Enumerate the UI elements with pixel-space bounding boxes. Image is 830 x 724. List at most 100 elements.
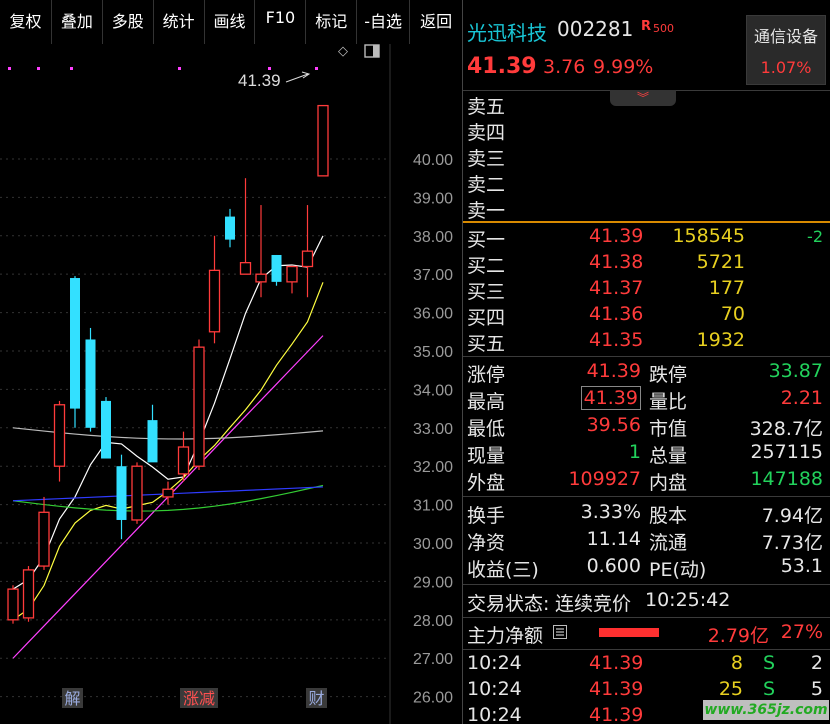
price-tick-label: 31.00 <box>413 498 453 515</box>
price-axis: 40.00 39.00 38.00 37.00 36.00 35.00 34.00 33.00… <box>413 152 453 707</box>
net-asset-label: 净资 <box>467 532 506 554</box>
candle-body <box>116 466 127 520</box>
ask-row: 卖二 <box>463 170 830 196</box>
limit-up-value: 41.39 <box>586 360 641 382</box>
bid-label: 买三 <box>467 281 506 303</box>
watermark: www.365jz.com <box>703 700 829 720</box>
panel-toggle-icon[interactable] <box>364 44 380 62</box>
kline-chart[interactable]: 40.00 39.00 38.00 37.00 36.00 35.00 34.00 33.00… <box>0 44 462 724</box>
price-tick-label: 29.00 <box>413 574 453 591</box>
signal-dot <box>268 67 271 70</box>
price-tick-label: 35.00 <box>413 344 453 361</box>
stats-row: 最高 41.39 量比 2.21 <box>463 386 830 413</box>
stats-row: 涨停 41.39 跌停 33.87 <box>463 360 830 386</box>
margin-badge: R <box>641 19 652 34</box>
price-tick-label: 27.00 <box>413 651 453 668</box>
price-change: 3.76 <box>543 56 586 78</box>
tick-price: 41.39 <box>589 652 644 674</box>
total-volume-label: 总量 <box>649 445 688 467</box>
candle-body <box>255 273 267 283</box>
event-markers: 解 涨减 财 <box>62 688 327 708</box>
limit-down-label: 跌停 <box>649 364 688 386</box>
candle-body <box>53 404 66 467</box>
price-tick-label: 32.00 <box>413 459 453 476</box>
low-value: 39.56 <box>586 414 641 436</box>
index-badge: 500 <box>653 22 674 35</box>
bid-row: 买三 41.37 177 <box>463 277 830 303</box>
eps-value: 0.600 <box>586 555 641 577</box>
candle-body <box>239 262 252 275</box>
stats-row: 现量 1 总量 257115 <box>463 441 830 467</box>
ask-label: 卖三 <box>467 148 506 170</box>
pe-label: PE(动) <box>649 559 707 581</box>
ask-row: 卖三 <box>463 144 830 170</box>
statistics-button[interactable]: 统计 <box>154 0 205 44</box>
list-icon[interactable] <box>553 625 567 639</box>
candle-body <box>193 346 205 467</box>
diamond-icon[interactable]: ◇ <box>338 44 348 59</box>
last-price-annotation: 41.39 <box>238 71 281 90</box>
market-cap-label: 市值 <box>649 418 688 440</box>
tick-side: S <box>763 652 776 674</box>
price-tick-label: 38.00 <box>413 229 453 246</box>
bid-row: 买五 41.35 1932 <box>463 329 830 355</box>
remove-watchlist-button[interactable]: -自选 <box>357 0 411 44</box>
main-flow-pct: 27% <box>780 621 823 643</box>
f10-button[interactable]: F10 <box>255 0 307 44</box>
toolbar: 复权 叠加 多股 统计 画线 F10 标记 -自选 返回 <box>0 0 462 44</box>
sector-name: 通信设备 <box>753 27 818 46</box>
restore-rights-button[interactable]: 复权 <box>0 0 52 44</box>
outer-volume-label: 外盘 <box>467 472 506 494</box>
bid-label: 买五 <box>467 333 506 355</box>
current-volume-value: 1 <box>628 441 641 463</box>
tick-row: 10:24 41.39 8 S 2 <box>463 652 830 678</box>
volume-ratio-label: 量比 <box>649 391 688 413</box>
price-tick-label: 30.00 <box>413 536 453 553</box>
kline-chart-panel[interactable]: 40.00 39.00 38.00 37.00 36.00 35.00 34.00 33.00… <box>0 44 462 724</box>
ask-label: 卖四 <box>467 122 506 144</box>
candle-body <box>131 465 143 521</box>
candle-body <box>225 216 235 240</box>
price-change-pct: 9.99% <box>593 56 654 78</box>
market-cap-value: 328.7亿 <box>749 418 823 440</box>
bid-label: 买二 <box>467 255 506 277</box>
sector-change: 1.07% <box>760 58 812 77</box>
price-tick-label: 33.00 <box>413 421 453 438</box>
stats-row: 换手 3.33% 股本 7.94亿 <box>463 501 830 527</box>
multi-stock-button[interactable]: 多股 <box>103 0 154 44</box>
bid-price: 41.39 <box>589 225 644 247</box>
tick-time: 10:24 <box>467 704 522 724</box>
bid-volume: 158545 <box>672 225 745 247</box>
candle-body <box>317 104 329 177</box>
price-tick-label: 26.00 <box>413 690 453 707</box>
sector-box[interactable]: 通信设备 1.07% <box>746 15 826 85</box>
bid-price: 41.35 <box>589 329 644 351</box>
low-label: 最低 <box>467 418 506 440</box>
ask-row: 卖一 <box>463 196 830 222</box>
ask-row: 卖五 <box>463 92 830 118</box>
stats-row: 最低 39.56 市值 328.7亿 <box>463 414 830 440</box>
overlay-button[interactable]: 叠加 <box>52 0 103 44</box>
candle-body <box>286 265 298 283</box>
draw-line-button[interactable]: 画线 <box>205 0 256 44</box>
stock-code: 002281 <box>557 17 634 41</box>
stats-row: 净资 11.14 流通 7.73亿 <box>463 528 830 554</box>
bid-volume: 5721 <box>696 251 745 273</box>
volume-ratio-value: 2.21 <box>780 387 823 409</box>
tick-time: 10:24 <box>467 678 522 700</box>
candle-body <box>101 400 111 459</box>
float-shares-label: 流通 <box>649 532 688 554</box>
candle-body <box>162 488 174 498</box>
back-button[interactable]: 返回 <box>410 0 462 44</box>
high-value: 41.39 <box>580 386 641 410</box>
tick-volume: 8 <box>730 652 743 674</box>
tick-time: 10:24 <box>467 652 522 674</box>
event-marker-label: 涨减 <box>183 689 215 708</box>
mark-button[interactable]: 标记 <box>306 0 358 44</box>
pe-value: 53.1 <box>780 555 823 577</box>
quote-panel: 光迅科技 002281 R 500 41.39 3.76 9.99% 通信设备 … <box>462 0 830 724</box>
main-flow-row[interactable]: 主力净额 2.79亿 27% <box>463 621 830 647</box>
inner-volume-label: 内盘 <box>649 472 688 494</box>
limit-down-value: 33.87 <box>768 360 823 382</box>
bid-volume: 70 <box>720 303 745 325</box>
